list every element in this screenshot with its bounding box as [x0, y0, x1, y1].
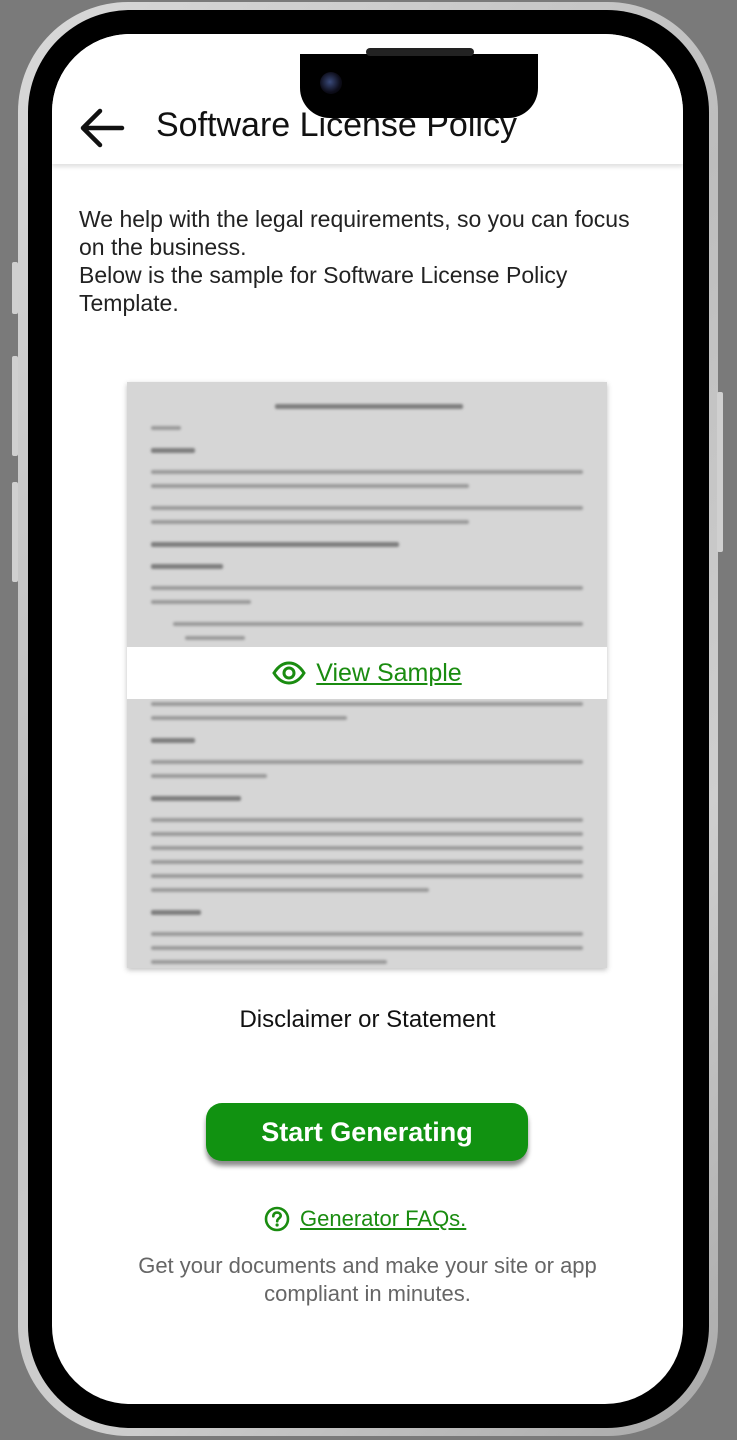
disclaimer-link[interactable]: Disclaimer or Statement [52, 1006, 683, 1034]
volume-up-button [12, 356, 18, 456]
view-sample-label: View Sample [316, 658, 462, 687]
arrow-left-icon [80, 108, 125, 148]
intro-text: We help with the legal requirements, so … [79, 205, 659, 317]
intro-line-2: Below is the sample for Software License… [79, 262, 568, 316]
power-button [717, 392, 723, 552]
generator-faqs-link[interactable]: Generator FAQs. [264, 1206, 466, 1232]
eye-icon [272, 661, 307, 685]
question-circle-icon [264, 1206, 290, 1232]
front-camera [320, 72, 342, 94]
app-screen: Software License Policy We help with the… [52, 34, 683, 1404]
footer-text: Get your documents and make your site or… [138, 1253, 597, 1306]
view-sample-link[interactable]: View Sample [272, 658, 462, 688]
device-mockup: Software License Policy We help with the… [0, 0, 737, 1440]
speaker-grille [366, 48, 474, 56]
view-sample-bar: View Sample [127, 647, 607, 699]
volume-down-button [12, 482, 18, 582]
mute-switch [12, 262, 18, 314]
sample-document-preview[interactable]: View Sample [127, 382, 607, 968]
generator-faqs-label: Generator FAQs. [300, 1206, 467, 1231]
start-generating-button[interactable]: Start Generating [206, 1103, 528, 1161]
intro-line-1: We help with the legal requirements, so … [79, 206, 630, 260]
back-button[interactable] [78, 104, 126, 152]
